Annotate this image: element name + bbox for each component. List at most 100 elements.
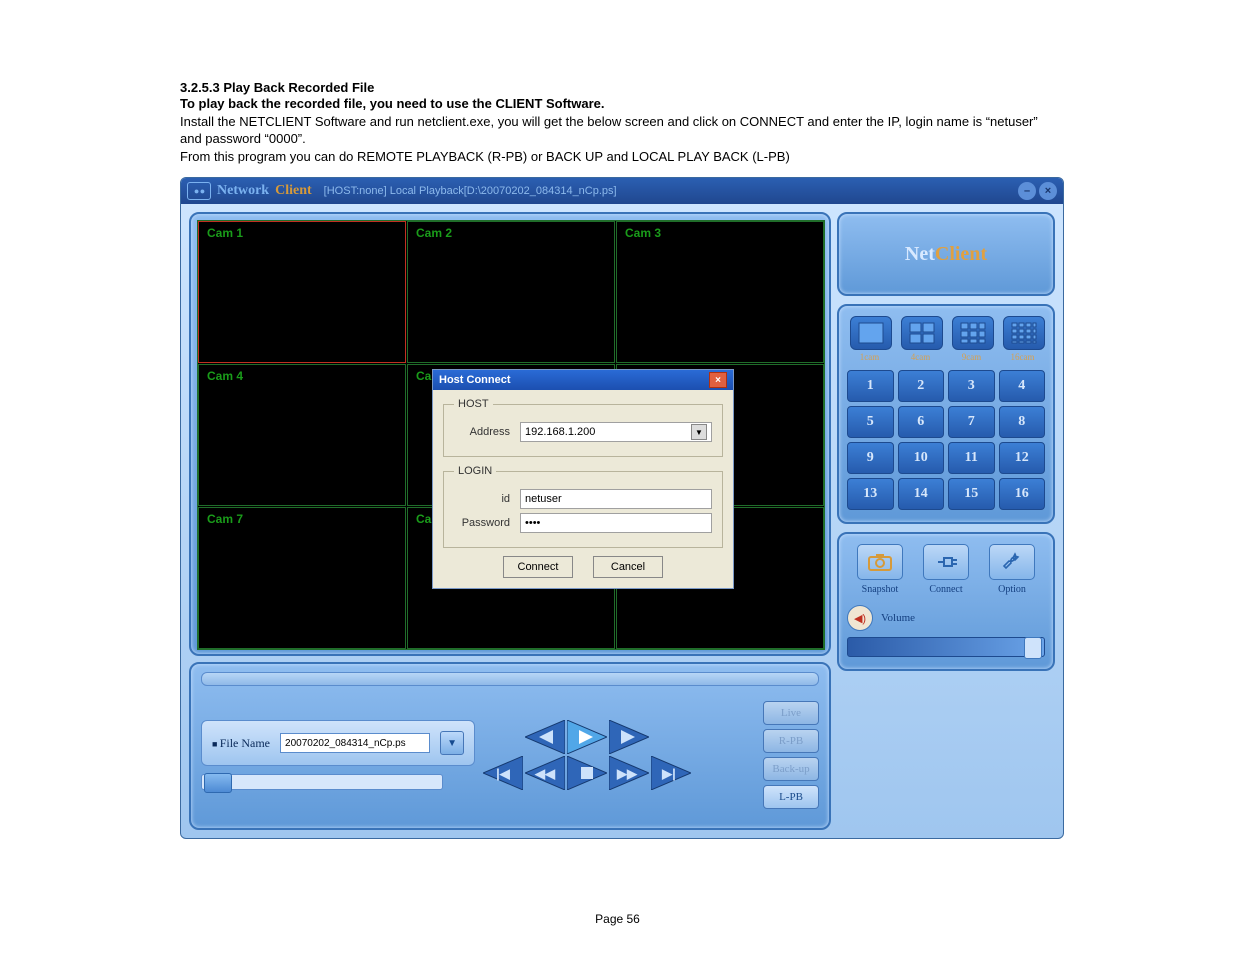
titlebar-text-network: Network — [217, 183, 269, 199]
address-value: 192.168.1.200 — [525, 426, 595, 438]
file-name-label: File Name — [212, 736, 270, 751]
close-button[interactable]: × — [1039, 182, 1057, 200]
timeline-bar[interactable] — [201, 672, 819, 686]
login-fieldset: LOGIN id Password — [443, 465, 723, 548]
skip-end-button[interactable]: ▶| — [651, 756, 691, 790]
plug-icon — [933, 552, 959, 572]
login-legend: LOGIN — [454, 465, 496, 477]
channel-6-button[interactable]: 6 — [898, 406, 945, 438]
host-connect-dialog: Host Connect × HOST Address 192.168.1 — [432, 369, 734, 589]
play-button[interactable] — [567, 720, 607, 754]
svg-text:◀◀: ◀◀ — [534, 766, 556, 781]
svg-text:▶|: ▶| — [661, 766, 676, 781]
snapshot-label: Snapshot — [851, 584, 909, 595]
view-16cam-button[interactable] — [1003, 316, 1045, 350]
app-window: ● ● Network Client [HOST:none] Local Pla… — [180, 177, 1064, 839]
channel-11-button[interactable]: 11 — [948, 442, 995, 474]
password-input[interactable] — [520, 513, 712, 533]
seek-slider[interactable] — [201, 774, 443, 790]
minimize-button[interactable]: – — [1018, 182, 1036, 200]
instruction-line-1: Install the NETCLIENT Software and run n… — [180, 113, 1055, 148]
mode-live-button[interactable]: Live — [763, 701, 819, 725]
view-16cam-label: 16cam — [1003, 352, 1043, 362]
cam-cell-3[interactable]: Cam 3 — [616, 221, 824, 363]
view-9cam-button[interactable] — [952, 316, 994, 350]
host-fieldset: HOST Address 192.168.1.200 ▼ — [443, 398, 723, 457]
stop-button[interactable] — [567, 756, 607, 790]
brand-client: Client — [935, 243, 987, 266]
channel-16-button[interactable]: 16 — [999, 478, 1046, 510]
brand-panel: Net Client — [837, 212, 1055, 296]
tools-panel: Snapshot Connect Option — [837, 532, 1055, 671]
seek-thumb[interactable] — [204, 773, 232, 793]
app-logo-icon: ● ● — [187, 182, 211, 200]
fast-forward-button[interactable]: ▶▶ — [609, 756, 649, 790]
file-name-input[interactable] — [280, 733, 430, 753]
playback-panel: File Name ▼ — [189, 662, 831, 830]
titlebar: ● ● Network Client [HOST:none] Local Pla… — [181, 178, 1063, 204]
channel-13-button[interactable]: 13 — [847, 478, 894, 510]
channel-5-button[interactable]: 5 — [847, 406, 894, 438]
channel-10-button[interactable]: 10 — [898, 442, 945, 474]
speaker-icon[interactable]: ◀) — [847, 605, 873, 631]
view-9cam-label: 9cam — [952, 352, 992, 362]
view-1cam-label: 1cam — [850, 352, 890, 362]
cam-cell-2[interactable]: Cam 2 — [407, 221, 615, 363]
host-legend: HOST — [454, 398, 493, 410]
channel-number-grid: 1 2 3 4 5 6 7 8 9 10 11 12 13 14 — [847, 370, 1045, 510]
step-forward-button[interactable] — [609, 720, 649, 754]
channel-7-button[interactable]: 7 — [948, 406, 995, 438]
channel-4-button[interactable]: 4 — [999, 370, 1046, 402]
cam-cell-4[interactable]: Cam 4 — [198, 364, 406, 506]
titlebar-path: [HOST:none] Local Playback[D:\20070202_0… — [324, 185, 617, 197]
view-4cam-button[interactable] — [901, 316, 943, 350]
cam-cell-7[interactable]: Cam 7 — [198, 507, 406, 649]
svg-text:▶▶: ▶▶ — [616, 766, 638, 781]
connect-label: Connect — [917, 584, 975, 595]
titlebar-text-client: Client — [275, 183, 312, 199]
channel-8-button[interactable]: 8 — [999, 406, 1046, 438]
view-1cam-button[interactable] — [850, 316, 892, 350]
instruction-bold: To play back the recorded file, you need… — [180, 95, 1055, 113]
volume-thumb[interactable] — [1024, 637, 1042, 659]
volume-label: Volume — [881, 612, 915, 624]
cancel-button[interactable]: Cancel — [593, 556, 663, 578]
dialog-title: Host Connect — [439, 374, 511, 386]
channel-12-button[interactable]: 12 — [999, 442, 1046, 474]
mode-backup-button[interactable]: Back-up — [763, 757, 819, 781]
section-heading: 3.2.5.3 Play Back Recorded File — [180, 80, 1055, 95]
dialog-close-button[interactable]: × — [709, 372, 727, 388]
mode-lpb-button[interactable]: L-PB — [763, 785, 819, 809]
password-label: Password — [454, 517, 510, 529]
step-back-button[interactable] — [525, 720, 565, 754]
view-panel: 1cam 4cam 9cam — [837, 304, 1055, 524]
channel-9-button[interactable]: 9 — [847, 442, 894, 474]
channel-14-button[interactable]: 14 — [898, 478, 945, 510]
address-label: Address — [454, 426, 510, 438]
skip-start-button[interactable]: |◀ — [483, 756, 523, 790]
channel-3-button[interactable]: 3 — [948, 370, 995, 402]
option-button[interactable] — [989, 544, 1035, 580]
file-dropdown-button[interactable]: ▼ — [440, 731, 464, 755]
volume-slider[interactable] — [847, 637, 1045, 657]
snapshot-button[interactable] — [857, 544, 903, 580]
chevron-down-icon[interactable]: ▼ — [691, 424, 707, 440]
channel-2-button[interactable]: 2 — [898, 370, 945, 402]
camera-icon — [867, 552, 893, 572]
channel-15-button[interactable]: 15 — [948, 478, 995, 510]
instruction-line-2: From this program you can do REMOTE PLAY… — [180, 148, 1055, 166]
camera-grid-panel: Cam 1 Cam 2 Cam 3 Cam 4 Ca Cam 7 Ca Hos — [189, 212, 831, 656]
svg-text:|◀: |◀ — [496, 766, 511, 781]
connect-button[interactable]: Connect — [503, 556, 573, 578]
mode-rpb-button[interactable]: R-PB — [763, 729, 819, 753]
camera-grid: Cam 1 Cam 2 Cam 3 Cam 4 Ca Cam 7 Ca Hos — [197, 220, 825, 650]
address-combo[interactable]: 192.168.1.200 ▼ — [520, 422, 712, 442]
id-input[interactable] — [520, 489, 712, 509]
id-label: id — [454, 493, 510, 505]
cam-cell-1[interactable]: Cam 1 — [198, 221, 406, 363]
channel-1-button[interactable]: 1 — [847, 370, 894, 402]
option-label: Option — [983, 584, 1041, 595]
rewind-button[interactable]: ◀◀ — [525, 756, 565, 790]
connect-tool-button[interactable] — [923, 544, 969, 580]
page-number: Page 56 — [0, 912, 1235, 926]
